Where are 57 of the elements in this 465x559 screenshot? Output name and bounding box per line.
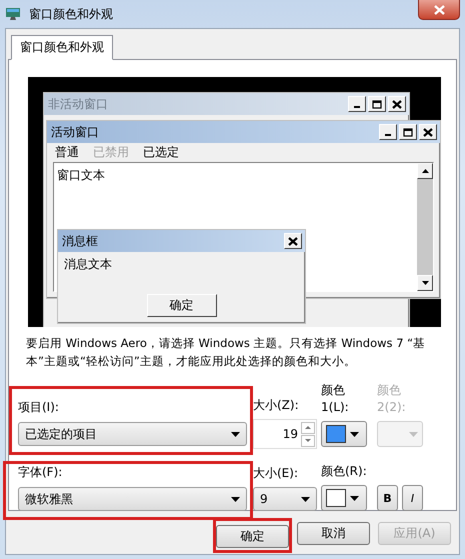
maximize-icon (372, 100, 382, 108)
caption-text: 非活动窗口 (48, 96, 108, 112)
close-icon (392, 100, 402, 108)
maximize-icon (403, 128, 413, 136)
caret-icon (350, 496, 359, 500)
close-icon (434, 4, 444, 14)
ok-button[interactable]: 确定 (146, 294, 216, 317)
minimize-button[interactable] (379, 124, 397, 140)
close-icon (423, 128, 433, 136)
increment-button[interactable] (301, 422, 315, 434)
field-label: 大小(E): (253, 465, 299, 482)
size-value: 19 (282, 427, 298, 441)
scrollbar[interactable] (417, 163, 433, 291)
field-label: 项目(I): (18, 399, 60, 416)
close-button[interactable] (418, 0, 460, 20)
maximize-button[interactable] (368, 96, 386, 112)
up-arrow-icon (422, 169, 428, 173)
color-picker-button[interactable] (321, 421, 367, 447)
minimize-button[interactable] (348, 96, 366, 112)
color-picker-button[interactable] (377, 421, 423, 447)
window-title: 窗口颜色和外观 (29, 6, 113, 22)
up-arrow-icon (305, 426, 311, 429)
down-arrow-icon (422, 281, 428, 285)
info-text: 要启用 Windows Aero，请选择 Windows 主题。只有选择 Windows 7 “基本”主题或“轻松访问”主题，才能应用此处选择的颜色和大小。 (26, 335, 426, 370)
scroll-down-button[interactable] (417, 275, 433, 291)
display-icon (5, 7, 21, 21)
message-text: 消息文本 (64, 256, 113, 273)
dialog-button[interactable]: 取消 (297, 522, 370, 545)
menu-item[interactable]: 已选定 (143, 144, 179, 161)
caret-icon (350, 432, 359, 436)
tab[interactable]: 窗口颜色和外观 (11, 35, 113, 60)
caret-icon (231, 432, 240, 436)
down-arrow-icon (305, 439, 311, 442)
maximize-button[interactable] (399, 124, 417, 140)
item-dropdown[interactable]: 已选定的项目 (18, 422, 247, 446)
dialog-button[interactable]: 确定 (216, 525, 289, 548)
field-label: 颜色 1(L): (321, 382, 350, 416)
window-text: 窗口文本 (57, 168, 105, 182)
scroll-up-button[interactable] (417, 163, 433, 179)
caption-text: 活动窗口 (51, 124, 99, 140)
field-label: 字体(F): (18, 464, 64, 481)
font-dropdown[interactable]: 微软雅黑 (18, 487, 247, 511)
decrement-button[interactable] (301, 434, 315, 446)
caret-icon (231, 496, 240, 502)
bold-button[interactable]: B (377, 485, 398, 511)
italic-button[interactable]: I (402, 485, 423, 511)
size-spinner[interactable]: 19 (253, 419, 317, 449)
field-label: 大小(Z): (253, 397, 300, 414)
caption-text: 消息框 (62, 232, 98, 250)
close-icon (288, 236, 298, 246)
menu-item[interactable]: 普通 (55, 144, 79, 161)
caret-icon (409, 432, 418, 436)
caret-icon (301, 496, 310, 502)
field-label: 颜色 2(2): (377, 382, 407, 416)
color-picker-button[interactable] (321, 485, 367, 511)
field-label: 颜色(R): (321, 463, 368, 480)
font-size-dropdown[interactable]: 9 (253, 487, 317, 511)
